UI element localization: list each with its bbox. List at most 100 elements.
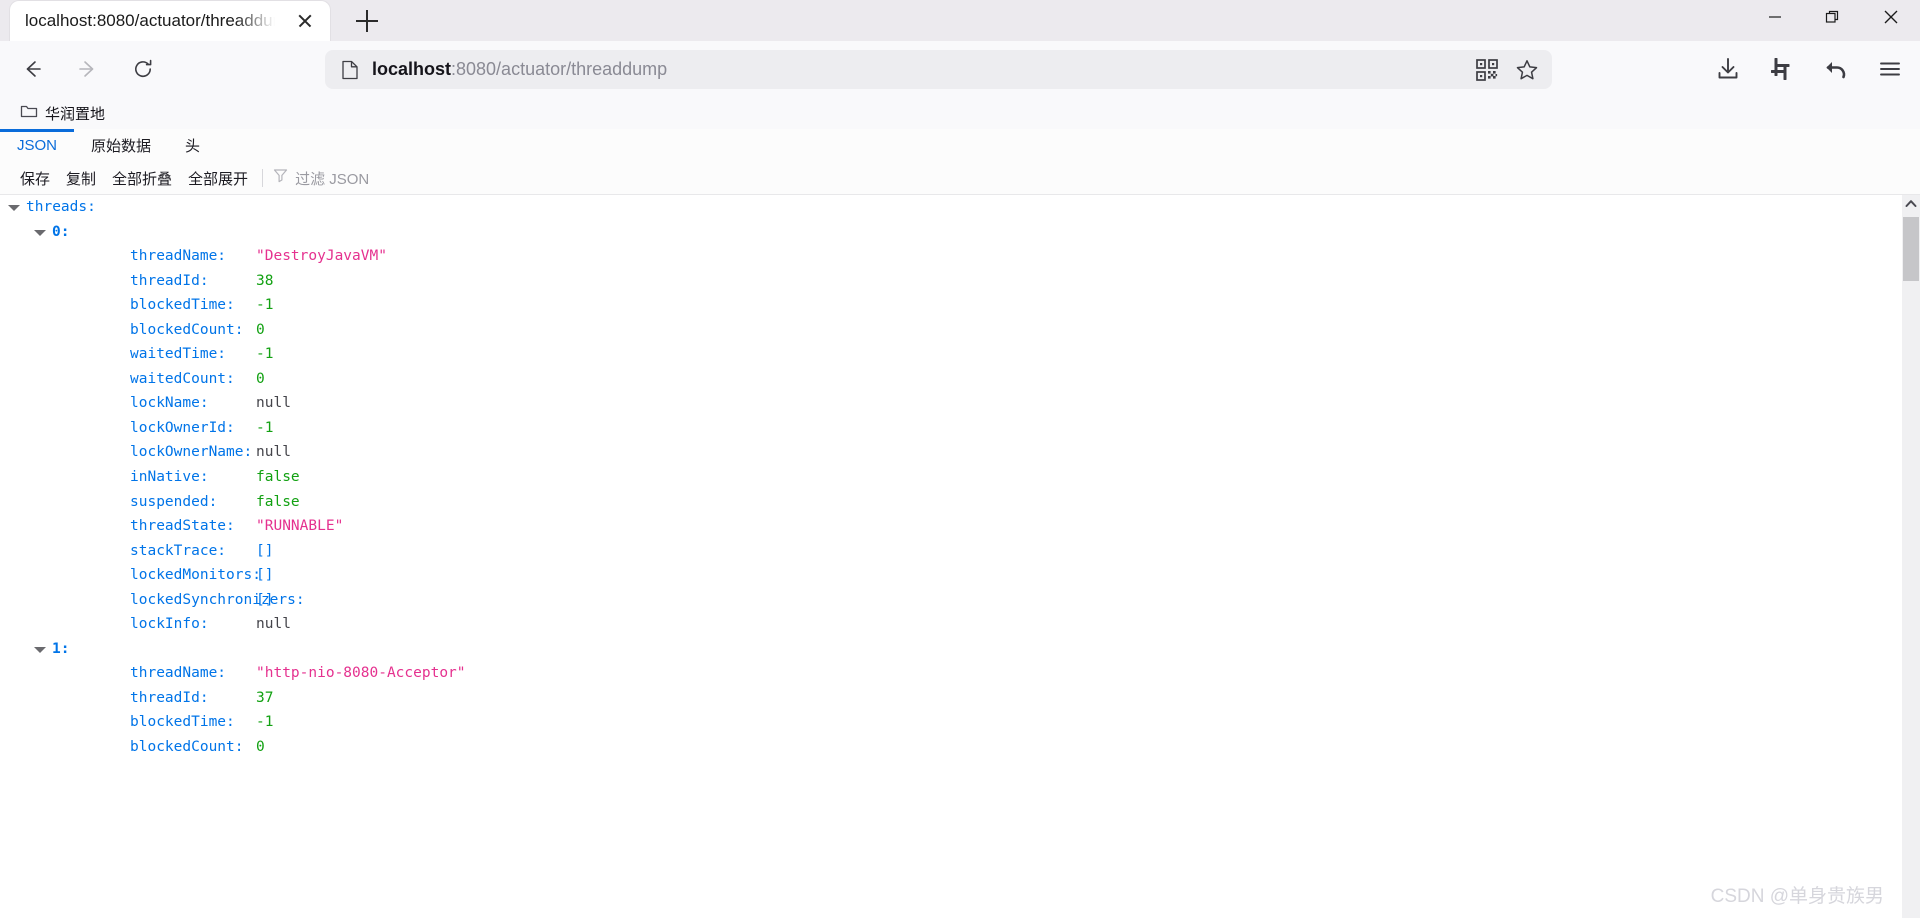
bookmark-folder[interactable]: 华润置地 [14, 100, 111, 126]
json-row[interactable]: stackTrace: [] [0, 539, 1902, 564]
json-tree[interactable]: threads: 0: threadName: "DestroyJavaVM" thre… [0, 195, 1902, 918]
twisty-toggle-icon[interactable] [34, 637, 46, 662]
tab-json[interactable]: JSON [0, 129, 75, 162]
bookmarks-bar: 华润置地 [0, 97, 1920, 129]
back-button[interactable] [14, 51, 50, 87]
json-value: 37 [256, 689, 274, 706]
json-row[interactable]: lockOwnerName: null [0, 440, 1902, 465]
twisty-toggle-icon[interactable] [8, 195, 20, 220]
scroll-up-button[interactable] [1902, 195, 1920, 212]
twisty-toggle-icon[interactable] [34, 220, 46, 245]
json-row[interactable]: threadName: "http-nio-8080-Acceptor" [0, 661, 1902, 686]
json-row[interactable]: 0: [0, 220, 1902, 245]
json-key: lockInfo: [130, 616, 209, 633]
json-key: blockedTime: [130, 714, 235, 731]
address-path: :8080/actuator/threaddump [451, 59, 668, 79]
json-key: waitedCount: [130, 370, 235, 387]
folder-icon [20, 103, 38, 124]
close-button[interactable] [1862, 0, 1920, 34]
browser-tab[interactable]: localhost:8080/actuator/threaddump [10, 1, 330, 41]
json-row[interactable]: lockInfo: null [0, 612, 1902, 637]
json-value: false [256, 493, 300, 510]
json-value: [] [256, 542, 274, 559]
json-row[interactable]: threadId: 38 [0, 269, 1902, 294]
json-key: lockName: [130, 395, 209, 412]
save-button[interactable]: 保存 [12, 168, 58, 189]
json-key: lockedSynchronizers: [130, 591, 305, 608]
json-key: threadName: [130, 665, 227, 682]
json-value: "RUNNABLE" [256, 518, 344, 535]
json-row[interactable]: lockedSynchronizers:[] [0, 588, 1902, 613]
json-value: false [256, 469, 300, 486]
address-bar[interactable]: localhost:8080/actuator/threaddump [325, 50, 1552, 89]
json-key: blockedCount: [130, 321, 244, 338]
tab-raw-data[interactable]: 原始数据 [74, 129, 168, 162]
json-row[interactable]: blockedCount: 0 [0, 318, 1902, 343]
json-key: stackTrace: [130, 542, 227, 559]
expand-all-button[interactable]: 全部展开 [180, 168, 256, 189]
filter-icon [273, 168, 288, 188]
address-host: localhost [372, 59, 452, 79]
json-key: threads: [26, 199, 96, 215]
json-row[interactable]: 1: [0, 637, 1902, 662]
json-key: blockedTime: [130, 297, 235, 314]
json-value: 0 [256, 321, 265, 338]
filter-json-placeholder: 过滤 JSON [295, 170, 370, 188]
new-tab-button[interactable] [352, 6, 382, 36]
restore-button[interactable] [1804, 0, 1862, 34]
copy-button[interactable]: 复制 [58, 168, 104, 189]
json-value: -1 [256, 346, 274, 363]
browser-toolbar-right [1700, 41, 1920, 97]
collapse-all-button[interactable]: 全部折叠 [104, 168, 180, 189]
address-bar-actions [1474, 57, 1540, 83]
filter-json-input[interactable]: 过滤 JSON [273, 168, 369, 189]
reload-button[interactable] [125, 51, 161, 87]
scrollbar-thumb[interactable] [1903, 217, 1919, 281]
json-row[interactable]: suspended: false [0, 490, 1902, 515]
json-row[interactable]: threadState: "RUNNABLE" [0, 514, 1902, 539]
json-key: threadId: [130, 272, 209, 289]
json-row[interactable]: blockedCount: 0 [0, 735, 1902, 760]
json-value: [] [256, 591, 274, 608]
hamburger-menu-icon[interactable] [1872, 51, 1908, 87]
json-value: null [256, 444, 291, 461]
undo-arrow-icon[interactable] [1818, 51, 1854, 87]
tab-raw-data-label: 原始数据 [91, 138, 152, 155]
json-viewer-tabs: JSON 原始数据 头 [0, 129, 1920, 163]
json-value: null [256, 616, 291, 633]
json-row[interactable]: waitedTime: -1 [0, 342, 1902, 367]
json-key: lockOwnerName: [130, 444, 253, 461]
json-row[interactable]: threads: [0, 195, 1902, 220]
json-row[interactable]: inNative: false [0, 465, 1902, 490]
json-row[interactable]: blockedTime: -1 [0, 293, 1902, 318]
tab-close-icon[interactable] [294, 10, 316, 32]
navigation-bar: localhost:8080/actuator/threaddump [0, 41, 1920, 97]
json-row[interactable]: threadName: "DestroyJavaVM" [0, 244, 1902, 269]
tab-headers[interactable]: 头 [168, 129, 217, 162]
json-key: blockedCount: [130, 739, 244, 756]
json-value: -1 [256, 714, 274, 731]
window-controls [1746, 0, 1920, 34]
download-icon[interactable] [1710, 51, 1746, 87]
json-row[interactable]: blockedTime: -1 [0, 710, 1902, 735]
address-text: localhost:8080/actuator/threaddump [372, 59, 667, 80]
bookmark-label: 华润置地 [45, 105, 106, 123]
forward-button[interactable] [70, 51, 106, 87]
json-key: waitedTime: [130, 346, 227, 363]
minimize-button[interactable] [1746, 0, 1804, 34]
json-value: -1 [256, 297, 274, 314]
qr-code-icon[interactable] [1474, 57, 1500, 83]
json-value: -1 [256, 419, 274, 436]
json-row[interactable]: waitedCount: 0 [0, 367, 1902, 392]
json-row[interactable]: lockName: null [0, 391, 1902, 416]
star-icon[interactable] [1514, 57, 1540, 83]
tab-title: localhost:8080/actuator/threaddump [25, 11, 275, 30]
json-value: 0 [256, 370, 265, 387]
json-row[interactable]: lockedMonitors:[] [0, 563, 1902, 588]
vertical-scrollbar[interactable] [1902, 195, 1920, 918]
crop-icon[interactable] [1764, 51, 1800, 87]
json-key: threadState: [130, 518, 235, 535]
json-array-index: 1: [52, 640, 70, 657]
json-row[interactable]: lockOwnerId: -1 [0, 416, 1902, 441]
json-row[interactable]: threadId: 37 [0, 686, 1902, 711]
